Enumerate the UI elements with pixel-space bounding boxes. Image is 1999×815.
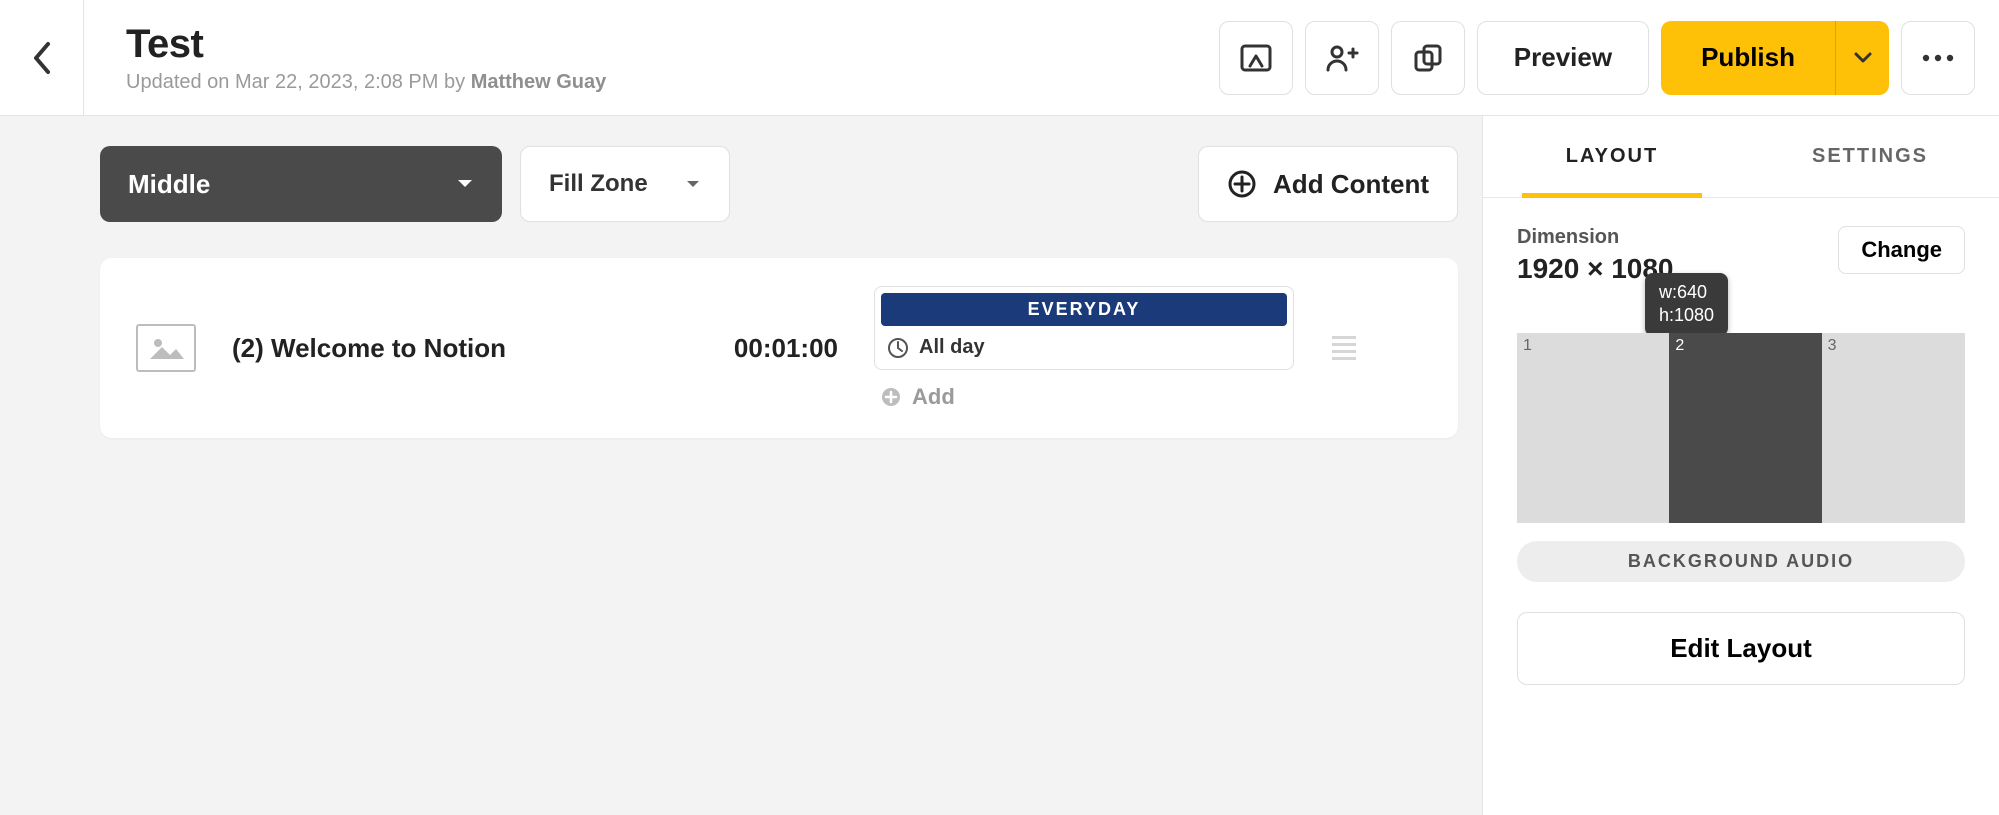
preview-button[interactable]: Preview: [1477, 21, 1649, 95]
cast-icon: [1240, 44, 1272, 72]
copy-button[interactable]: [1391, 21, 1465, 95]
image-icon: [146, 333, 186, 363]
dimension-label: Dimension: [1517, 226, 1674, 249]
publish-dropdown[interactable]: [1835, 21, 1889, 95]
tab-layout[interactable]: LAYOUT: [1483, 116, 1741, 197]
publish-button[interactable]: Publish: [1661, 21, 1835, 95]
layout-panel: Dimension 1920 × 1080 Change w:640 h:108…: [1483, 198, 1999, 713]
content-item: (2) Welcome to Notion 00:01:00 EVERYDAY …: [100, 258, 1458, 438]
zone-3[interactable]: 3: [1822, 333, 1965, 523]
background-audio-button[interactable]: BACKGROUND AUDIO: [1517, 541, 1965, 582]
zones-grid: 1 2 3: [1517, 333, 1965, 523]
tab-settings[interactable]: SETTINGS: [1741, 116, 1999, 197]
main: Middle Fill Zone Add Content (2) Welcome…: [0, 116, 1999, 815]
fill-select-label: Fill Zone: [549, 170, 648, 198]
title-block: Test Updated on Mar 22, 2023, 2:08 PM by…: [84, 22, 1219, 94]
plus-circle-icon: [1227, 169, 1257, 199]
chevron-down-icon: [1853, 51, 1873, 65]
content-title: (2) Welcome to Notion: [232, 333, 652, 364]
caret-down-icon: [456, 178, 474, 190]
header-actions: Preview Publish: [1219, 21, 1999, 95]
change-dimension-button[interactable]: Change: [1838, 226, 1965, 274]
clock-icon: [887, 337, 909, 359]
page-meta: Updated on Mar 22, 2023, 2:08 PM by Matt…: [126, 71, 1219, 94]
canvas-toolbar: Middle Fill Zone Add Content: [100, 146, 1458, 222]
content-thumbnail: [136, 324, 196, 372]
zone-select[interactable]: Middle: [100, 146, 502, 222]
share-button[interactable]: [1305, 21, 1379, 95]
canvas-area: Middle Fill Zone Add Content (2) Welcome…: [0, 116, 1483, 815]
caret-down-icon: [685, 179, 701, 189]
layout-preview: w:640 h:1080 1 2 3 BACKGROUND AUDIO: [1517, 333, 1965, 582]
cast-button[interactable]: [1219, 21, 1293, 95]
chevron-left-icon: [31, 41, 53, 75]
back-button[interactable]: [0, 0, 84, 115]
content-duration[interactable]: 00:01:00: [688, 333, 838, 364]
page-title: Test: [126, 22, 1219, 67]
zone-select-label: Middle: [128, 169, 210, 200]
more-horizontal-icon: [1921, 53, 1955, 63]
add-content-button[interactable]: Add Content: [1198, 146, 1458, 222]
sidebar: LAYOUT SETTINGS Dimension 1920 × 1080 Ch…: [1483, 116, 1999, 815]
people-icon: [1325, 43, 1359, 73]
schedule-allday: All day: [881, 326, 1287, 359]
author-name: Matthew Guay: [471, 71, 607, 93]
edit-layout-button[interactable]: Edit Layout: [1517, 612, 1965, 685]
drag-handle[interactable]: [1330, 336, 1358, 360]
header: Test Updated on Mar 22, 2023, 2:08 PM by…: [0, 0, 1999, 116]
zone-1[interactable]: 1: [1517, 333, 1669, 523]
add-schedule-button[interactable]: Add: [874, 370, 1294, 410]
fill-select[interactable]: Fill Zone: [520, 146, 730, 222]
plus-circle-icon: [880, 386, 902, 408]
dimension-row: Dimension 1920 × 1080 Change: [1517, 226, 1965, 285]
schedule-box[interactable]: EVERYDAY All day: [874, 286, 1294, 370]
publish-group: Publish: [1661, 21, 1889, 95]
schedule-pill: EVERYDAY: [881, 293, 1287, 326]
zone-tooltip: w:640 h:1080: [1645, 273, 1728, 336]
schedule-column: EVERYDAY All day Add: [874, 286, 1294, 410]
sidebar-tabs: LAYOUT SETTINGS: [1483, 116, 1999, 198]
copy-icon: [1413, 43, 1443, 73]
zone-2[interactable]: 2: [1669, 333, 1821, 523]
more-button[interactable]: [1901, 21, 1975, 95]
